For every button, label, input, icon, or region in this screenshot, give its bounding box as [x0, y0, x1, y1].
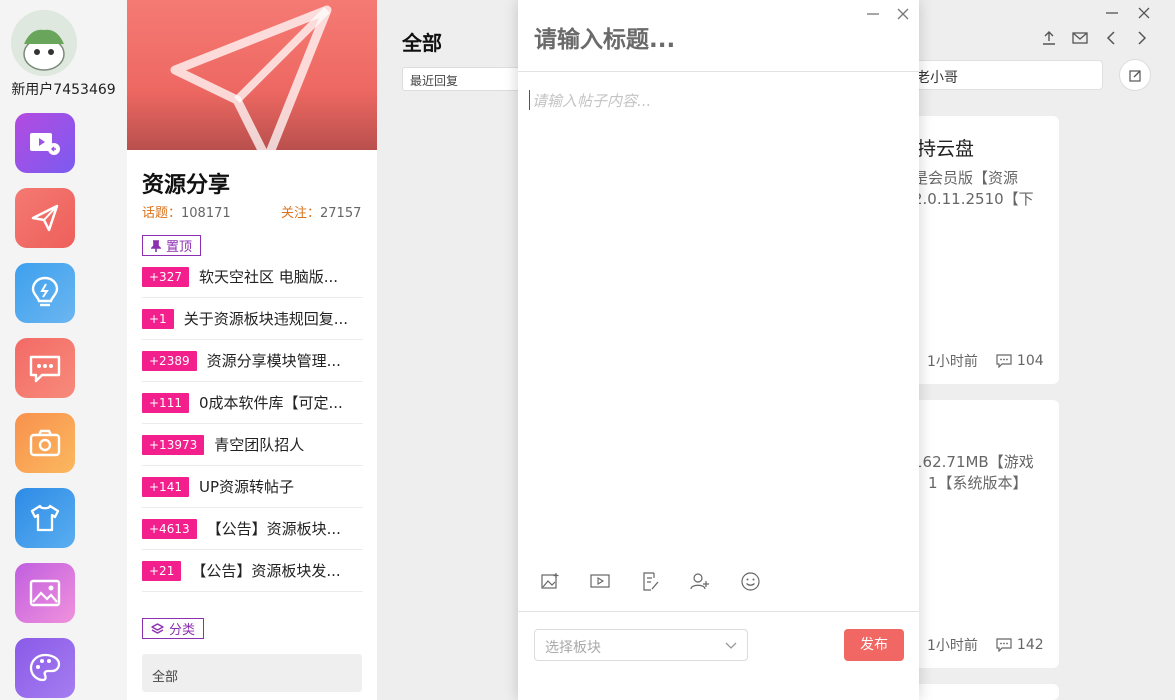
post-time: 1小时前: [927, 638, 978, 654]
upload-icon[interactable]: [1039, 28, 1059, 48]
board-name: 资源分享: [142, 173, 231, 198]
title-divider: [518, 71, 919, 72]
palette-icon[interactable]: [15, 638, 75, 698]
pinned-title: 关于资源板块违规回复...: [183, 310, 349, 328]
pinned-item[interactable]: +141 UP资源转帖子: [142, 466, 363, 508]
chevron-down-icon: [725, 642, 737, 649]
pinned-list: +327 软天空社区 电脑版... +1 关于资源板块违规回复... +2389 资源…: [142, 256, 363, 592]
back-icon[interactable]: [1101, 28, 1121, 48]
edit-icon: [1128, 69, 1141, 82]
pin-icon: [151, 239, 161, 252]
post-excerpt: 2.0.11.2510【下: [913, 190, 1034, 208]
publish-button[interactable]: 发布: [844, 629, 904, 661]
comment-icon: [996, 638, 1012, 652]
pinned-item[interactable]: +327 软天空社区 电脑版...: [142, 256, 363, 298]
layers-icon: [151, 622, 164, 634]
pinned-item[interactable]: +21 【公告】资源板块发...: [142, 550, 363, 592]
insert-video-icon[interactable]: [590, 570, 610, 592]
pinned-title: 资源分享模块管理...: [206, 352, 341, 370]
topics-value: 108171: [181, 206, 231, 221]
category-all[interactable]: 全部: [142, 654, 362, 692]
page-title: 全部: [402, 31, 442, 55]
follow-stat: 关注：27157: [281, 202, 361, 221]
mention-user-icon[interactable]: [690, 570, 710, 592]
follow-value: 27157: [320, 206, 362, 221]
close-icon[interactable]: [1134, 3, 1154, 23]
forward-icon[interactable]: [1132, 28, 1152, 48]
post-title: 持云盘: [917, 138, 975, 160]
pinned-item[interactable]: +2389 资源分享模块管理...: [142, 340, 363, 382]
pinned-item[interactable]: +13973 青空团队招人: [142, 424, 363, 466]
post-excerpt: 是会员版【资源: [913, 169, 1019, 187]
pinned-item[interactable]: +4613 【公告】资源板块...: [142, 508, 363, 550]
lightbulb-icon[interactable]: [15, 263, 75, 323]
compose-button[interactable]: [1119, 59, 1151, 91]
pinned-title: 软天空社区 电脑版...: [198, 268, 339, 286]
pinned-title: 青空团队招人: [214, 436, 305, 454]
heat-badge: +327: [142, 266, 189, 287]
pinned-label: 置顶: [166, 240, 193, 255]
content-input[interactable]: 请输入帖子内容...: [529, 90, 909, 110]
dialog-minimize-icon[interactable]: [863, 4, 883, 24]
heat-badge: +2389: [142, 350, 197, 371]
pinned-title: 【公告】资源板块发...: [191, 562, 341, 580]
emoji-icon[interactable]: [740, 570, 760, 592]
chat-icon[interactable]: [15, 338, 75, 398]
heat-badge: +141: [142, 476, 189, 497]
pinned-item[interactable]: +111 0成本软件库【可定...: [142, 382, 363, 424]
sort-select[interactable]: 最近回复: [402, 67, 520, 91]
board-panel: 资源分享 话题：108171 关注：27157 置顶 +327 软天空社区 电脑版…: [127, 0, 377, 700]
mail-icon[interactable]: [1070, 28, 1090, 48]
title-input[interactable]: 请输入标题...: [534, 20, 854, 54]
comment-icon: [996, 354, 1012, 368]
topics-stat: 话题：108171: [142, 202, 231, 221]
sort-value: 最近回复: [410, 74, 459, 88]
insert-image-icon[interactable]: [540, 570, 560, 592]
post-time: 1小时前: [927, 354, 978, 370]
follow-label: 关注：: [281, 206, 321, 221]
board-select[interactable]: 选择板块: [534, 629, 748, 661]
minimize-icon[interactable]: [1102, 3, 1122, 23]
insert-document-icon[interactable]: [640, 570, 660, 592]
board-banner: [127, 0, 377, 150]
left-rail: 新用户7453469: [0, 0, 127, 700]
heat-badge: +1: [142, 308, 174, 329]
category-label: 分类: [169, 623, 196, 638]
heat-badge: +4613: [142, 518, 197, 539]
pinned-title: UP资源转帖子: [198, 478, 294, 496]
post-card[interactable]: [905, 684, 1059, 700]
search-input[interactable]: 老小哥: [905, 60, 1103, 90]
new-post-dialog: 请输入标题... 请输入帖子内容... 选择板块 发布: [518, 0, 919, 700]
editor-toolbar: [540, 570, 760, 592]
post-excerpt: 】1【系统版本】: [913, 474, 1028, 492]
topics-label: 话题：: [142, 206, 182, 221]
pinned-item[interactable]: +1 关于资源板块违规回复...: [142, 298, 363, 340]
heat-badge: +21: [142, 560, 182, 581]
comment-count: 104: [1016, 353, 1044, 369]
paper-plane-icon[interactable]: [15, 188, 75, 248]
comment-count: 142: [1016, 637, 1044, 653]
user-avatar[interactable]: [11, 10, 77, 76]
pinned-title: 0成本软件库【可定...: [198, 394, 343, 412]
post-meta: 1小时前 104: [927, 351, 1044, 371]
dialog-close-icon[interactable]: [893, 4, 913, 24]
tshirt-icon[interactable]: [15, 488, 75, 548]
dialog-footer: 选择板块 发布: [518, 611, 919, 700]
username: 新用户7453469: [11, 82, 116, 98]
post-excerpt: 162.71MB【游戏: [913, 453, 1034, 471]
post-card[interactable]: 持云盘 是会员版【资源 2.0.11.2510【下 1小时前 104: [905, 116, 1059, 384]
heat-badge: +111: [142, 392, 189, 413]
camera-icon[interactable]: [15, 413, 75, 473]
pinned-tag: 置顶: [142, 235, 202, 256]
video-icon[interactable]: [15, 113, 75, 173]
post-meta: 1小时前 142: [927, 635, 1044, 655]
heat-badge: +13973: [142, 434, 205, 455]
post-card[interactable]: 162.71MB【游戏 】1【系统版本】 1小时前 142: [905, 400, 1059, 668]
image-icon[interactable]: [15, 563, 75, 623]
pinned-title: 【公告】资源板块...: [206, 520, 341, 538]
category-tag: 分类: [142, 618, 205, 639]
board-select-placeholder: 选择板块: [545, 640, 601, 656]
